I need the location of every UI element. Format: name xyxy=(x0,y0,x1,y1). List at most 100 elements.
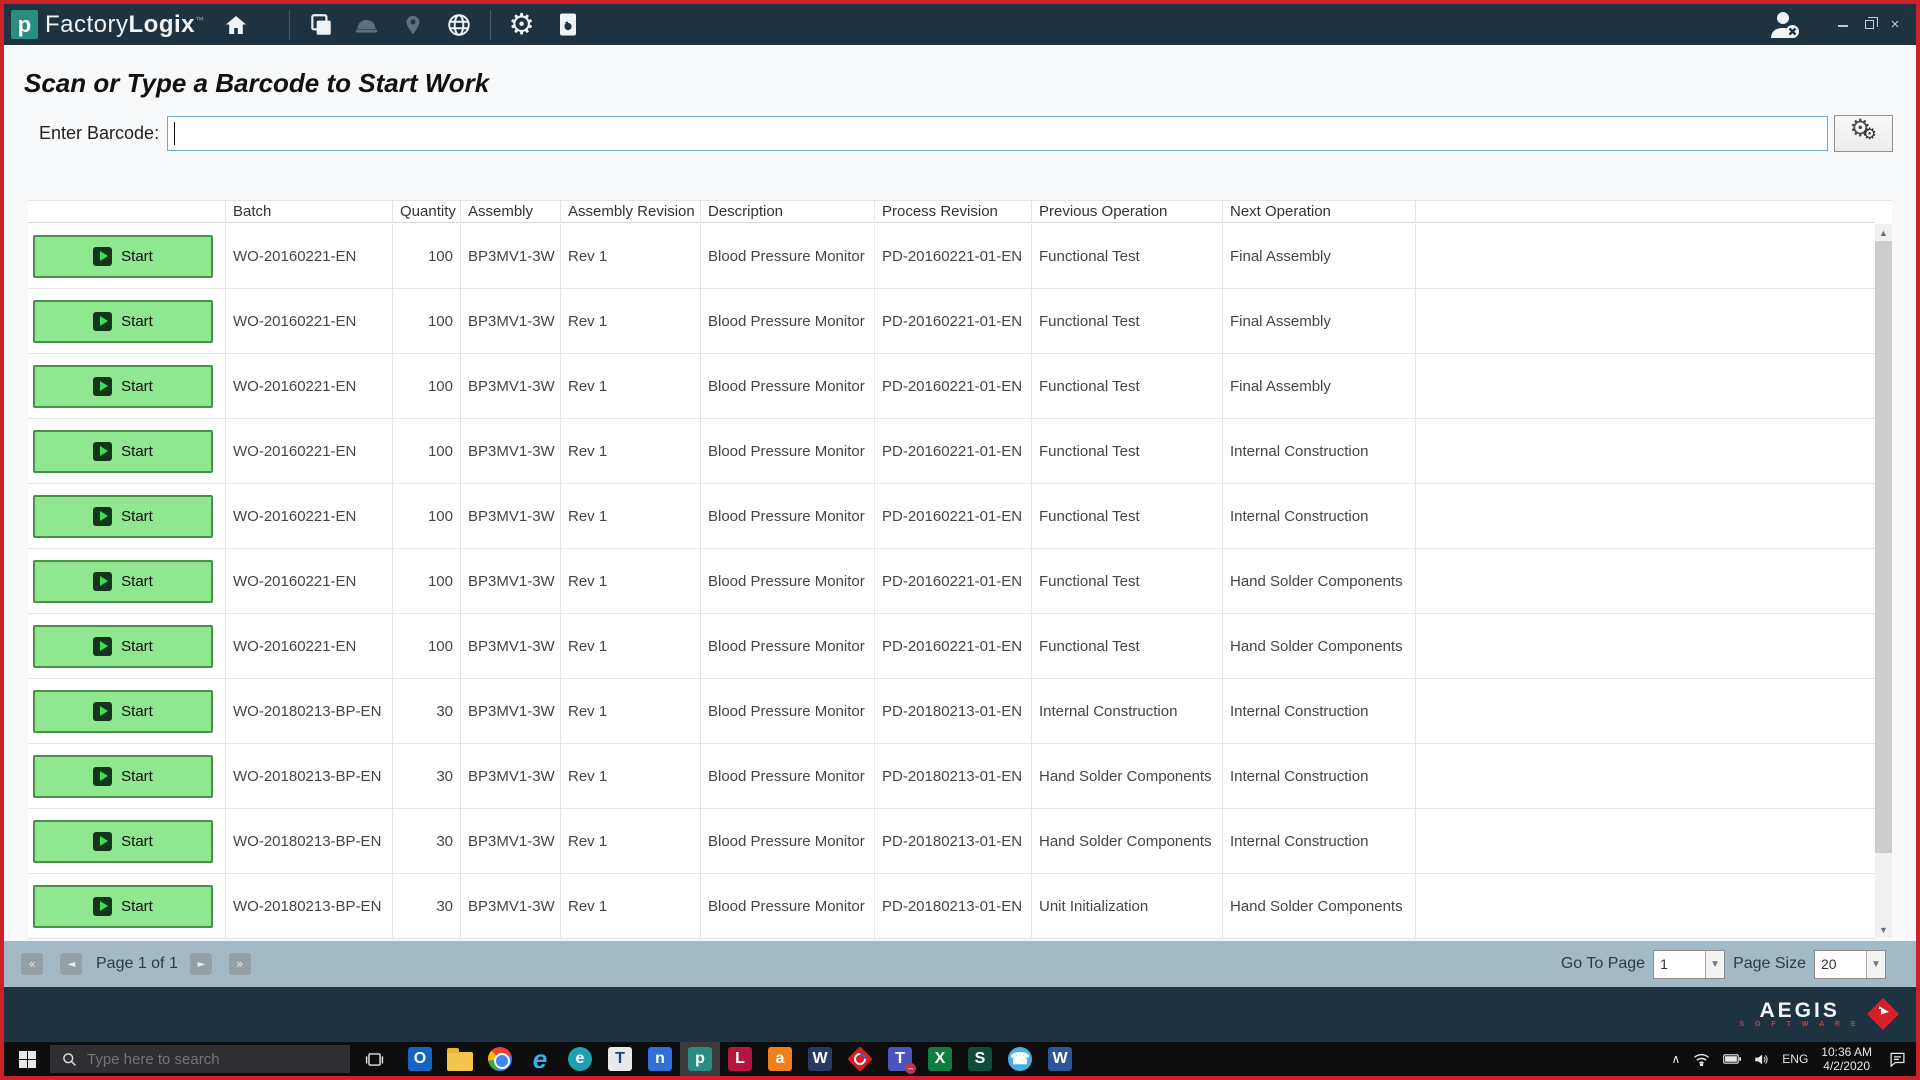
operator-hat-icon[interactable] xyxy=(350,8,384,42)
taskbar-app-outlook-icon[interactable]: O xyxy=(400,1042,440,1076)
taskbar-app-chrome-icon[interactable] xyxy=(480,1042,520,1076)
process-revision-cell: PD-20160221-01-EN xyxy=(875,484,1032,549)
taskbar-app-onenote-icon[interactable]: n xyxy=(640,1042,680,1076)
start-button[interactable]: Start xyxy=(33,495,213,538)
taskbar-app-solidworks-icon[interactable]: S xyxy=(960,1042,1000,1076)
scroll-up-icon[interactable]: ▲ xyxy=(1875,224,1892,241)
gears-icon: ⚙⚙ xyxy=(1848,120,1880,148)
next-operation-cell: Hand Solder Components xyxy=(1223,614,1416,679)
previous-operation-cell: Hand Solder Components xyxy=(1032,744,1223,809)
battery-icon[interactable] xyxy=(1723,1053,1741,1065)
assembly-revision-cell: Rev 1 xyxy=(561,289,701,354)
taskbar-app-teams-icon[interactable]: T– xyxy=(880,1042,920,1076)
settings-gear-icon[interactable]: ⚙ xyxy=(505,8,539,42)
next-page-button[interactable]: ► xyxy=(190,953,212,975)
vertical-scrollbar[interactable]: ▲ ▼ xyxy=(1875,224,1892,938)
taskbar-app-file-explorer-icon[interactable] xyxy=(440,1042,480,1076)
user-logoff-icon[interactable] xyxy=(1768,8,1802,42)
batch-cell: WO-20180213-BP-EN xyxy=(226,744,393,809)
start-button[interactable]: Start xyxy=(33,365,213,408)
table-row: Start WO-20160221-EN 100 BP3MV1-3W Rev 1… xyxy=(28,614,1875,679)
start-button[interactable]: Start xyxy=(33,820,213,863)
wifi-icon[interactable] xyxy=(1693,1053,1710,1066)
taskbar-app-excel-icon[interactable]: X xyxy=(920,1042,960,1076)
scroll-down-icon[interactable]: ▼ xyxy=(1875,921,1892,938)
pagination-bar: « ◄ Page 1 of 1 ► » Go To Page 1▼ Page S… xyxy=(4,941,1916,987)
excel-glyph: X xyxy=(928,1047,952,1071)
taskbar-app-skype-icon[interactable]: ☎ xyxy=(1000,1042,1040,1076)
column-header[interactable] xyxy=(1416,201,1875,223)
close-button[interactable]: × xyxy=(1882,16,1908,33)
empty-cell xyxy=(1416,419,1875,484)
location-pin-icon[interactable] xyxy=(396,8,430,42)
previous-operation-cell: Functional Test xyxy=(1032,484,1223,549)
description-cell: Blood Pressure Monitor xyxy=(701,484,875,549)
description-cell: Blood Pressure Monitor xyxy=(701,224,875,289)
start-button[interactable]: Start xyxy=(33,430,213,473)
assembly-revision-cell: Rev 1 xyxy=(561,614,701,679)
assembly-revision-cell: Rev 1 xyxy=(561,484,701,549)
restore-button[interactable] xyxy=(1856,16,1882,33)
action-center-icon[interactable] xyxy=(1889,1051,1906,1067)
barcode-input[interactable] xyxy=(167,116,1828,151)
taskbar-app-word-icon[interactable]: W xyxy=(1040,1042,1080,1076)
go-to-page-select[interactable]: 1▼ xyxy=(1653,950,1725,979)
tray-expand-icon[interactable]: ∧ xyxy=(1671,1052,1680,1066)
start-button[interactable]: Start xyxy=(33,755,213,798)
start-button[interactable]: Start xyxy=(33,690,213,733)
clock[interactable]: 10:36 AM 4/2/2020 xyxy=(1821,1045,1872,1073)
taskbar-search[interactable] xyxy=(50,1045,350,1073)
page-size-select[interactable]: 20▼ xyxy=(1814,950,1886,979)
taskbar-app-aegis-installer-icon[interactable] xyxy=(840,1042,880,1076)
start-button[interactable]: Start xyxy=(33,885,213,928)
globe-icon[interactable] xyxy=(442,8,476,42)
previous-page-button[interactable]: ◄ xyxy=(60,953,82,975)
minimize-button[interactable] xyxy=(1830,16,1856,33)
empty-cell xyxy=(1416,744,1875,809)
search-input[interactable] xyxy=(87,1051,327,1068)
quantity-cell: 30 xyxy=(393,679,461,744)
column-header[interactable]: Batch xyxy=(226,201,393,223)
column-header[interactable]: Description xyxy=(701,201,875,223)
taskbar-app-edge-icon[interactable]: e xyxy=(560,1042,600,1076)
windows-logo-icon xyxy=(19,1051,36,1068)
top-toolbar: p FactoryLogix™ ⚙ × xyxy=(4,4,1916,45)
edge-glyph: e xyxy=(568,1047,592,1071)
start-button[interactable]: Start xyxy=(33,625,213,668)
batch-cell: WO-20160221-EN xyxy=(226,614,393,679)
speaker-icon[interactable] xyxy=(1754,1053,1769,1066)
column-header[interactable]: Next Operation xyxy=(1223,201,1416,223)
column-header[interactable]: Assembly Revision xyxy=(561,201,701,223)
empty-cell xyxy=(1416,679,1875,744)
language-indicator[interactable]: ENG xyxy=(1782,1052,1808,1066)
column-header[interactable]: Quantity xyxy=(393,201,461,223)
start-button[interactable]: Start xyxy=(33,560,213,603)
batches-icon[interactable] xyxy=(304,8,338,42)
taskbar-app-lightroom-icon[interactable]: L xyxy=(720,1042,760,1076)
last-page-button[interactable]: » xyxy=(229,953,251,975)
play-icon xyxy=(93,507,112,526)
column-header[interactable] xyxy=(28,201,226,223)
taskbar-app-amazon-app-icon[interactable]: a xyxy=(760,1042,800,1076)
column-header[interactable]: Previous Operation xyxy=(1032,201,1223,223)
next-operation-cell: Internal Construction xyxy=(1223,809,1416,874)
next-operation-cell: Hand Solder Components xyxy=(1223,549,1416,614)
home-icon[interactable] xyxy=(219,8,253,42)
taskbar-app-internet-explorer-icon[interactable]: e xyxy=(520,1042,560,1076)
start-button[interactable]: Start xyxy=(33,235,213,278)
taskbar-app-w-tool-icon[interactable]: W xyxy=(800,1042,840,1076)
work-orders-table: BatchQuantityAssemblyAssembly RevisionDe… xyxy=(28,200,1892,937)
column-header[interactable]: Process Revision xyxy=(875,201,1032,223)
taskbar-app-factorylogix-icon[interactable]: p xyxy=(680,1042,720,1076)
start-menu-button[interactable] xyxy=(4,1042,50,1076)
logout-exit-icon[interactable] xyxy=(551,8,585,42)
task-view-icon[interactable] xyxy=(354,1042,394,1076)
first-page-button[interactable]: « xyxy=(21,953,43,975)
start-button[interactable]: Start xyxy=(33,300,213,343)
batch-cell: WO-20160221-EN xyxy=(226,289,393,354)
barcode-settings-button[interactable]: ⚙⚙ xyxy=(1834,115,1893,152)
word-glyph: W xyxy=(1048,1047,1072,1071)
scrollbar-thumb[interactable] xyxy=(1875,241,1892,853)
column-header[interactable]: Assembly xyxy=(461,201,561,223)
taskbar-app-text-editor-icon[interactable]: T xyxy=(600,1042,640,1076)
